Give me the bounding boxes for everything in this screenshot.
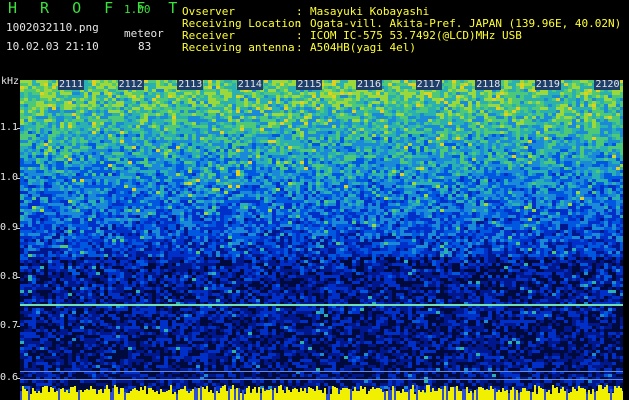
y-tick-mark	[17, 326, 20, 327]
y-tick-label: 1.0	[0, 172, 19, 183]
antenna-sep: :	[296, 41, 303, 54]
x-tick-label: 2112	[117, 79, 144, 90]
y-tick-mark	[17, 378, 20, 379]
x-tick-label: 2117	[415, 79, 442, 90]
app-version: 1.00	[124, 3, 151, 16]
y-tick-mark	[17, 228, 20, 229]
meteor-count: 83	[138, 40, 152, 53]
antenna-label: Receiving antenna	[182, 41, 295, 54]
header-panel: H R O F F T 1.00 1002032110.png 10.02.03…	[0, 0, 629, 87]
meteor-label: meteor	[124, 27, 164, 40]
y-tick-label: 0.8	[0, 271, 19, 282]
file-name: 1002032110.png	[6, 21, 99, 34]
x-tick-label: 2116	[356, 79, 383, 90]
app-title: H R O F F T	[8, 0, 185, 17]
spectrogram-canvas	[20, 80, 623, 400]
x-tick-label: 2119	[534, 79, 561, 90]
x-tick-label: 2114	[236, 79, 263, 90]
y-tick-label: 1.1	[0, 122, 19, 133]
antenna-value: A504HB(yagi 4el)	[310, 41, 416, 54]
x-tick-label: 2111	[58, 79, 85, 90]
y-tick-mark	[17, 178, 20, 179]
date-time: 10.02.03 21:10	[6, 40, 99, 53]
x-tick-label: 2118	[475, 79, 502, 90]
y-tick-label: 0.9	[0, 222, 19, 233]
spectrogram-plot	[20, 80, 623, 400]
y-tick-label: 0.7	[0, 320, 19, 331]
x-tick-label: 2120	[594, 79, 621, 90]
y-unit-label: kHz	[1, 76, 20, 87]
y-tick-label: 0.6	[0, 372, 19, 383]
x-tick-label: 2115	[296, 79, 323, 90]
y-tick-mark	[17, 277, 20, 278]
y-tick-mark	[17, 128, 20, 129]
x-tick-label: 2113	[177, 79, 204, 90]
